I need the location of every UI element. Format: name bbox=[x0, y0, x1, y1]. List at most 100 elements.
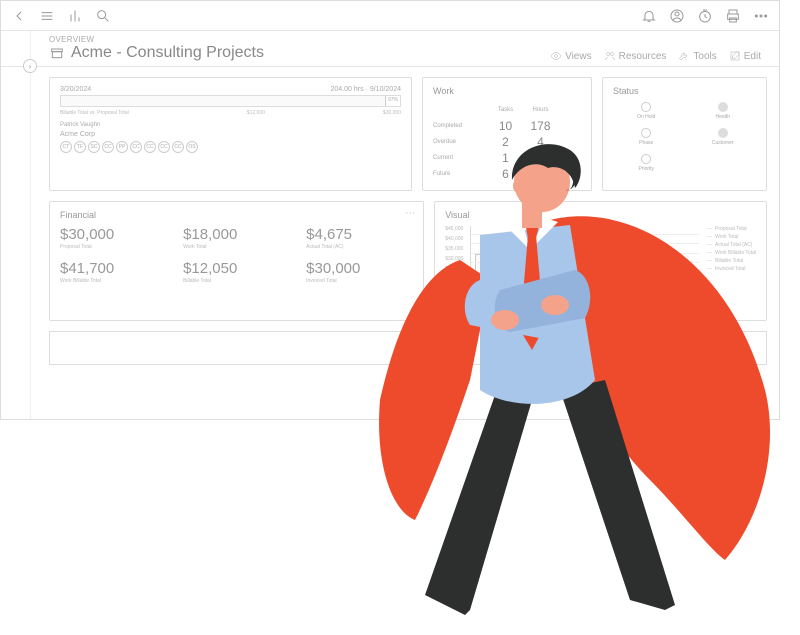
avatar[interactable]: PP bbox=[116, 141, 128, 153]
top-toolbar bbox=[1, 1, 779, 31]
timeline-company: Acme Corp bbox=[60, 131, 401, 138]
work-row-tasks: 2 bbox=[488, 135, 523, 149]
work-row-label: Future bbox=[433, 171, 488, 177]
status-indicator bbox=[718, 102, 728, 112]
status-label: On Hold bbox=[637, 114, 655, 120]
financial-item: $18,000Work Total bbox=[183, 226, 290, 250]
financial-item: $30,000Proposal Total bbox=[60, 226, 167, 250]
status-item[interactable]: Phase bbox=[613, 128, 680, 146]
edit-action[interactable]: Edit bbox=[729, 50, 761, 62]
financial-label: Proposal Total bbox=[60, 244, 167, 250]
ytick: $15,000 bbox=[445, 286, 463, 292]
bell-icon[interactable] bbox=[641, 8, 657, 24]
views-action[interactable]: Views bbox=[550, 50, 592, 62]
status-panel: Status On Hold Health Phase Customer Priorit… bbox=[602, 77, 767, 191]
legend-item: Invoiced Total bbox=[707, 266, 756, 272]
avatar[interactable]: CC bbox=[102, 141, 114, 153]
status-title: Status bbox=[613, 86, 756, 96]
work-title: Work bbox=[433, 86, 581, 96]
financial-label: Work Total bbox=[183, 244, 290, 250]
tasks-header: Tasks bbox=[488, 107, 523, 113]
work-row-tasks: 10 bbox=[488, 119, 523, 133]
status-item[interactable]: Priority bbox=[613, 154, 680, 172]
status-item[interactable]: On Hold bbox=[613, 102, 680, 120]
tools-label: Tools bbox=[693, 51, 716, 62]
status-item[interactable]: Customer bbox=[690, 128, 757, 146]
work-row-tasks: 6 bbox=[488, 167, 523, 181]
status-label: Phase bbox=[639, 140, 653, 146]
back-icon[interactable] bbox=[11, 8, 27, 24]
status-indicator bbox=[641, 102, 651, 112]
avatar[interactable]: CC bbox=[130, 141, 142, 153]
ytick: $10,000 bbox=[445, 296, 463, 302]
work-row-hours: 1 bbox=[523, 151, 558, 165]
resources-action[interactable]: Resources bbox=[604, 50, 667, 62]
ytick: $5,000 bbox=[445, 306, 463, 312]
legend-item: Actual Total (AC) bbox=[707, 242, 756, 248]
financial-amount: $18,000 bbox=[183, 226, 290, 243]
status-label: Customer bbox=[712, 140, 734, 146]
menu-icon[interactable] bbox=[39, 8, 55, 24]
status-indicator bbox=[718, 128, 728, 138]
timeline-percent: 97% bbox=[388, 97, 398, 103]
status-indicator bbox=[641, 128, 651, 138]
edit-label: Edit bbox=[744, 51, 761, 62]
timer-icon[interactable] bbox=[697, 8, 713, 24]
print-icon[interactable] bbox=[725, 8, 741, 24]
financial-panel: ⋯ Financial $30,000Proposal Total$18,000… bbox=[49, 201, 424, 321]
timeline-owner: Patrick Vaughn bbox=[60, 122, 401, 128]
status-item[interactable]: Health bbox=[690, 102, 757, 120]
timeline-hours: 204.00 hrs bbox=[331, 86, 364, 93]
chart-bar bbox=[531, 302, 555, 311]
timeline-panel: 3/20/2024 204.00 hrs · 9/10/2024 97% Bil… bbox=[49, 77, 412, 191]
expand-toggle[interactable]: › bbox=[23, 59, 37, 73]
page-title: Acme - Consulting Projects bbox=[71, 44, 264, 62]
archive-icon bbox=[49, 45, 65, 61]
more-icon[interactable] bbox=[753, 8, 769, 24]
avatar[interactable]: SC bbox=[88, 141, 100, 153]
ytick: $45,000 bbox=[445, 226, 463, 232]
views-label: Views bbox=[565, 51, 592, 62]
legend-item: Work Total bbox=[707, 234, 756, 240]
avatar[interactable]: TF bbox=[74, 141, 86, 153]
ytick: $35,000 bbox=[445, 246, 463, 252]
search-icon[interactable] bbox=[95, 8, 111, 24]
hours-header: Hours bbox=[523, 107, 558, 113]
user-icon[interactable] bbox=[669, 8, 685, 24]
financial-amount: $30,000 bbox=[60, 226, 167, 243]
financial-title: Financial bbox=[60, 210, 413, 220]
tools-action[interactable]: Tools bbox=[678, 50, 716, 62]
chart-icon[interactable] bbox=[67, 8, 83, 24]
financial-label: Actual Total (AC) bbox=[306, 244, 413, 250]
status-indicator bbox=[641, 154, 651, 164]
legend-item: Proposal Total bbox=[707, 226, 756, 232]
avatar[interactable]: CT bbox=[60, 141, 72, 153]
visual-panel: Visual $45,000$40,000$35,000$30,000$25,0… bbox=[434, 201, 767, 321]
avatar[interactable]: OS bbox=[186, 141, 198, 153]
timeline-end: 9/10/2024 bbox=[370, 86, 401, 93]
timeline-start: 3/20/2024 bbox=[60, 86, 91, 93]
visual-title: Visual bbox=[445, 210, 756, 220]
legend-item: Work Billable Total bbox=[707, 250, 756, 256]
avatar[interactable]: CC bbox=[172, 141, 184, 153]
avatar[interactable]: CC bbox=[158, 141, 170, 153]
ytick: $25,000 bbox=[445, 266, 463, 272]
ytick: $20,000 bbox=[445, 276, 463, 282]
work-row-label: Completed bbox=[433, 123, 488, 129]
left-rail-divider bbox=[30, 31, 31, 419]
breadcrumb: OVERVIEW bbox=[49, 35, 264, 44]
work-row-hours: 21 bbox=[523, 167, 558, 181]
ytick: $40,000 bbox=[445, 236, 463, 242]
billable-end: $30,000 bbox=[383, 110, 401, 116]
financial-amount: $30,000 bbox=[306, 260, 413, 277]
work-row-label: Current bbox=[433, 155, 488, 161]
financial-item: $30,000Invoiced Total bbox=[306, 260, 413, 284]
billable-mid: $12,000 bbox=[247, 110, 265, 116]
work-row-label: Overdue bbox=[433, 139, 488, 145]
legend-item: Billable Total bbox=[707, 258, 756, 264]
avatar[interactable]: CC bbox=[144, 141, 156, 153]
work-panel: Work TasksHoursCompleted10178Overdue24Cu… bbox=[422, 77, 592, 191]
financial-more-icon[interactable]: ⋯ bbox=[405, 208, 415, 219]
financial-label: Invoiced Total bbox=[306, 278, 413, 284]
status-label: Priority bbox=[638, 166, 654, 172]
